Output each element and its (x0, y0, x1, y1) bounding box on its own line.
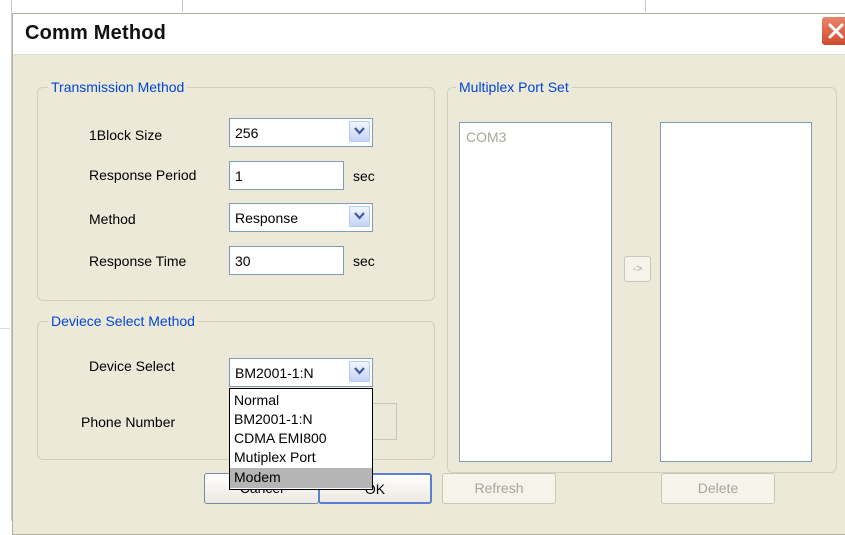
dropdown-option-bm2001[interactable]: BM2001-1:N (230, 410, 372, 429)
block-size-dropdown-button[interactable] (349, 121, 370, 142)
chevron-down-icon (354, 212, 365, 220)
response-time-unit: sec (353, 253, 375, 269)
method-combo[interactable]: Response (229, 203, 373, 232)
multiplex-port-set-title: Multiplex Port Set (456, 79, 572, 95)
background-divider (182, 0, 183, 12)
block-size-combo[interactable]: 256 (229, 118, 373, 147)
chevron-down-icon (354, 367, 365, 375)
background-divider (645, 0, 646, 12)
method-label: Method (89, 211, 136, 227)
delete-button[interactable]: Delete (661, 473, 775, 504)
close-icon (828, 23, 844, 39)
move-right-button[interactable]: -> (624, 256, 651, 282)
response-time-label: Response Time (89, 253, 187, 269)
available-ports-list[interactable]: COM3 (459, 122, 612, 462)
background-divider (0, 328, 10, 329)
dropdown-option-modem[interactable]: Modem (230, 468, 372, 488)
response-period-unit: sec (353, 168, 375, 184)
list-item[interactable]: COM3 (466, 129, 506, 145)
response-time-value: 30 (235, 253, 251, 269)
dropdown-option-mutiplex-port[interactable]: Mutiplex Port (230, 448, 372, 467)
selected-ports-list[interactable] (660, 122, 812, 462)
title-bar: Comm Method (13, 14, 845, 55)
response-period-input[interactable]: 1 (229, 161, 344, 190)
response-time-input[interactable]: 30 (229, 246, 344, 275)
device-select-dropdown-button[interactable] (349, 361, 370, 382)
dropdown-option-normal[interactable]: Normal (230, 391, 372, 410)
device-select-label: Device Select (89, 358, 175, 374)
close-button[interactable] (821, 16, 845, 46)
response-period-label: Response Period (89, 167, 197, 183)
refresh-button[interactable]: Refresh (442, 473, 556, 504)
device-select-dropdown-list[interactable]: Normal BM2001-1:N CDMA EMI800 Mutiplex P… (229, 388, 373, 490)
dialog-title: Comm Method (25, 22, 167, 44)
chevron-down-icon (354, 127, 365, 135)
device-select-value: BM2001-1:N (235, 365, 314, 381)
device-select-method-title: Deviece Select Method (48, 313, 198, 329)
block-size-value: 256 (235, 125, 259, 141)
phone-number-label: Phone Number (81, 414, 176, 430)
response-period-value: 1 (235, 168, 243, 184)
dropdown-option-cdma-emi800[interactable]: CDMA EMI800 (230, 429, 372, 448)
device-select-combo[interactable]: BM2001-1:N (229, 358, 373, 387)
method-value: Response (235, 210, 299, 226)
block-size-label: 1Block Size (89, 127, 163, 143)
method-dropdown-button[interactable] (349, 206, 370, 227)
transmission-method-title: Transmission Method (48, 79, 188, 95)
